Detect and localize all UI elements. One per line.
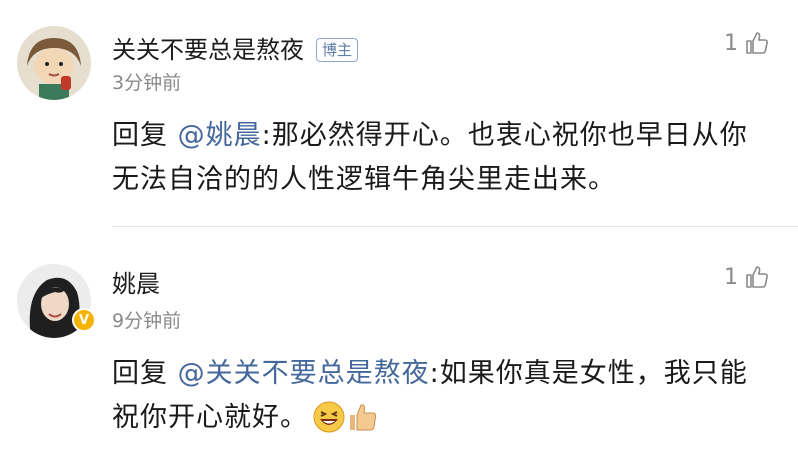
divider — [112, 226, 798, 227]
like-count: 1 — [724, 30, 738, 56]
author-name[interactable]: 姚晨 — [112, 264, 160, 299]
mention-link[interactable]: @关关不要总是熬夜 — [178, 358, 430, 389]
thumbs-up-icon — [746, 266, 768, 288]
author-name-text[interactable]: 姚晨 — [112, 270, 160, 298]
like-count: 1 — [724, 264, 738, 290]
emoji-row — [312, 400, 380, 434]
like-button[interactable]: 1 — [724, 264, 770, 290]
author-badge: 博主 — [316, 38, 359, 62]
thumbs-up-icon — [746, 32, 768, 54]
comment-content: 回复 @姚晨:那必然得开心。也衷心祝你也早日从你无法自洽的的人性逻辑牛角尖里走出… — [112, 114, 774, 202]
reply-prefix: 回复 — [112, 358, 178, 389]
comment-content: 回复 @关关不要总是熬夜:如果你真是女性，我只能祝你开心就好。 — [112, 352, 774, 440]
like-button[interactable]: 1 — [724, 30, 770, 56]
comment-item: 关关不要总是熬夜 博主 3分钟前 1 回复 @姚晨:那必然得开心。也衷心祝你也早日… — [0, 0, 798, 228]
comment-item: V 姚晨 9分钟前 1 回复 @关关不要总是熬夜:如果你真是女性，我只能祝你开心… — [0, 228, 798, 455]
comment-time: 3分钟前 — [112, 72, 182, 94]
comment-time: 9分钟前 — [112, 310, 182, 332]
laughing-emoji-icon — [313, 401, 345, 433]
author-name[interactable]: 关关不要总是熬夜 博主 — [112, 30, 359, 65]
mention-link[interactable]: @姚晨 — [178, 120, 262, 151]
reply-prefix: 回复 — [112, 120, 178, 151]
cartoon-avatar-icon — [17, 26, 91, 100]
verified-badge: V — [72, 308, 96, 332]
author-name-text[interactable]: 关关不要总是熬夜 — [112, 36, 304, 64]
thumbs-up-emoji-icon — [350, 404, 377, 431]
avatar[interactable] — [17, 26, 91, 100]
